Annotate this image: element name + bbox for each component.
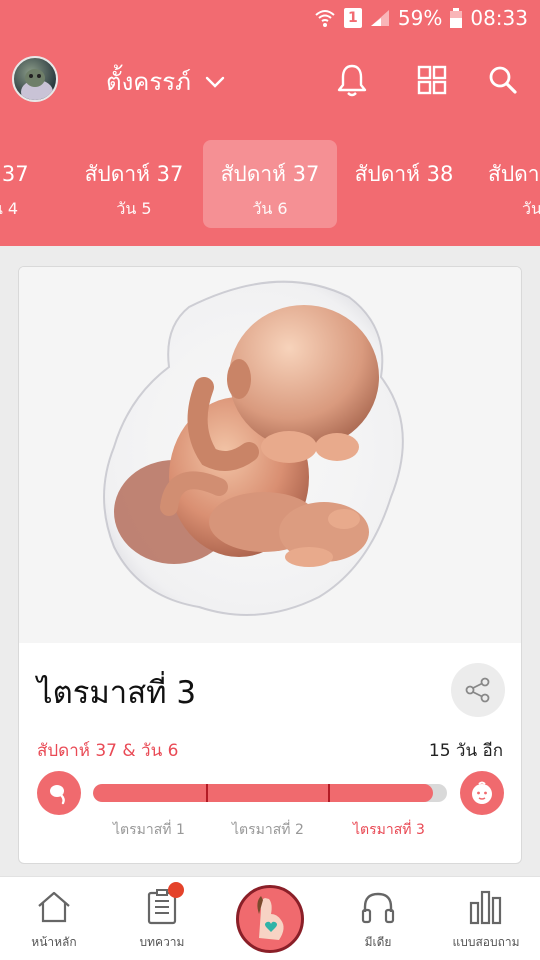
week-tab[interactable]: ห์ 37 ัน 4 bbox=[0, 140, 72, 228]
app-header: ตั้งครรภ์ bbox=[0, 38, 540, 124]
notifications-button[interactable] bbox=[332, 60, 372, 100]
fetus-illustration bbox=[19, 267, 521, 643]
battery-icon bbox=[450, 8, 463, 28]
nav-home-label: หน้าหลัก bbox=[31, 935, 77, 949]
nav-home[interactable]: หน้าหลัก bbox=[0, 877, 108, 960]
bell-icon bbox=[337, 64, 367, 97]
week-day-selector: ห์ 37 ัน 4 สัปดาห์ 37 วัน 5 สัปดาห์ 37 ว… bbox=[0, 124, 540, 246]
search-icon bbox=[489, 66, 517, 94]
notification-badge bbox=[168, 882, 184, 898]
trimester-1-label[interactable]: ไตรมาสที่ 1 bbox=[113, 819, 185, 841]
week-tab-selected[interactable]: สัปดาห์ 37 วัน 6 bbox=[203, 140, 337, 228]
share-button[interactable] bbox=[451, 663, 505, 717]
nav-poll-label: แบบสอบถาม bbox=[452, 935, 520, 949]
avatar-image bbox=[21, 69, 53, 100]
embryo-icon bbox=[50, 785, 65, 805]
trimester-2-label[interactable]: ไตรมาสที่ 2 bbox=[232, 819, 304, 841]
status-bar: 1 59% 08:33 bbox=[0, 0, 540, 38]
week-label: สัปดาห์ 37 bbox=[84, 162, 184, 186]
week-label: สัปดาห์ 37 bbox=[220, 162, 320, 186]
trimester-title: ไตรมาสที่ 3 bbox=[37, 675, 197, 711]
week-tab[interactable]: สัปดาห์ 37 วัน 5 bbox=[67, 140, 201, 228]
current-week-day: สัปดาห์ 37 & วัน 6 bbox=[37, 741, 179, 761]
chevron-down-icon bbox=[205, 76, 225, 88]
nav-media[interactable]: มีเดีย bbox=[324, 877, 432, 960]
trimester-divider bbox=[328, 784, 330, 802]
battery-percent: 59% bbox=[397, 6, 443, 30]
trimester-divider bbox=[206, 784, 208, 802]
menu-grid-button[interactable] bbox=[412, 60, 452, 100]
day-label: วัน bbox=[522, 199, 540, 218]
embryo-button[interactable] bbox=[37, 771, 81, 815]
grid-icon bbox=[417, 65, 447, 95]
baby-button[interactable] bbox=[460, 771, 504, 815]
pregnancy-progress-card: ไตรมาสที่ 3 สัปดาห์ 37 & วัน 6 15 วัน อี… bbox=[18, 266, 522, 864]
nav-articles[interactable]: บทความ bbox=[108, 877, 216, 960]
avatar[interactable] bbox=[12, 56, 58, 102]
nav-poll[interactable]: แบบสอบถาม bbox=[432, 877, 540, 960]
pregnancy-progress-bar bbox=[93, 784, 447, 802]
pregnancy-icon bbox=[257, 896, 284, 940]
search-button[interactable] bbox=[483, 60, 523, 100]
home-icon bbox=[38, 891, 70, 923]
clock: 08:33 bbox=[470, 6, 528, 30]
week-label: สัปดาห bbox=[488, 162, 540, 186]
week-label: ห์ 37 bbox=[0, 162, 29, 186]
week-tab[interactable]: สัปดาห วัน bbox=[472, 140, 540, 228]
days-remaining: 15 วัน อีก bbox=[428, 741, 503, 761]
progress-fill bbox=[93, 784, 433, 802]
week-label: สัปดาห์ 38 bbox=[354, 162, 454, 186]
wifi-icon bbox=[315, 10, 335, 27]
headphones-icon bbox=[361, 892, 395, 924]
profile-switcher[interactable]: ตั้งครรภ์ bbox=[106, 62, 225, 101]
day-label: ัน 4 bbox=[0, 199, 19, 218]
nav-pregnancy-center[interactable] bbox=[236, 885, 304, 953]
sim-indicator: 1 bbox=[343, 8, 362, 28]
nav-articles-label: บทความ bbox=[139, 935, 185, 949]
bottom-navigation: หน้าหลัก บทความ มีเดีย แบบสอบถาม bbox=[0, 876, 540, 960]
app-title: ตั้งครรภ์ bbox=[106, 68, 191, 96]
baby-face-icon bbox=[472, 781, 492, 804]
share-icon bbox=[465, 677, 490, 703]
signal-icon bbox=[370, 10, 389, 26]
poll-icon bbox=[469, 890, 502, 925]
nav-media-label: มีเดีย bbox=[364, 935, 392, 949]
day-label: วัน 5 bbox=[116, 199, 152, 218]
day-label: วัน 6 bbox=[252, 199, 288, 218]
week-tab[interactable]: สัปดาห์ 38 bbox=[337, 140, 471, 228]
trimester-3-label[interactable]: ไตรมาสที่ 3 bbox=[353, 819, 425, 841]
